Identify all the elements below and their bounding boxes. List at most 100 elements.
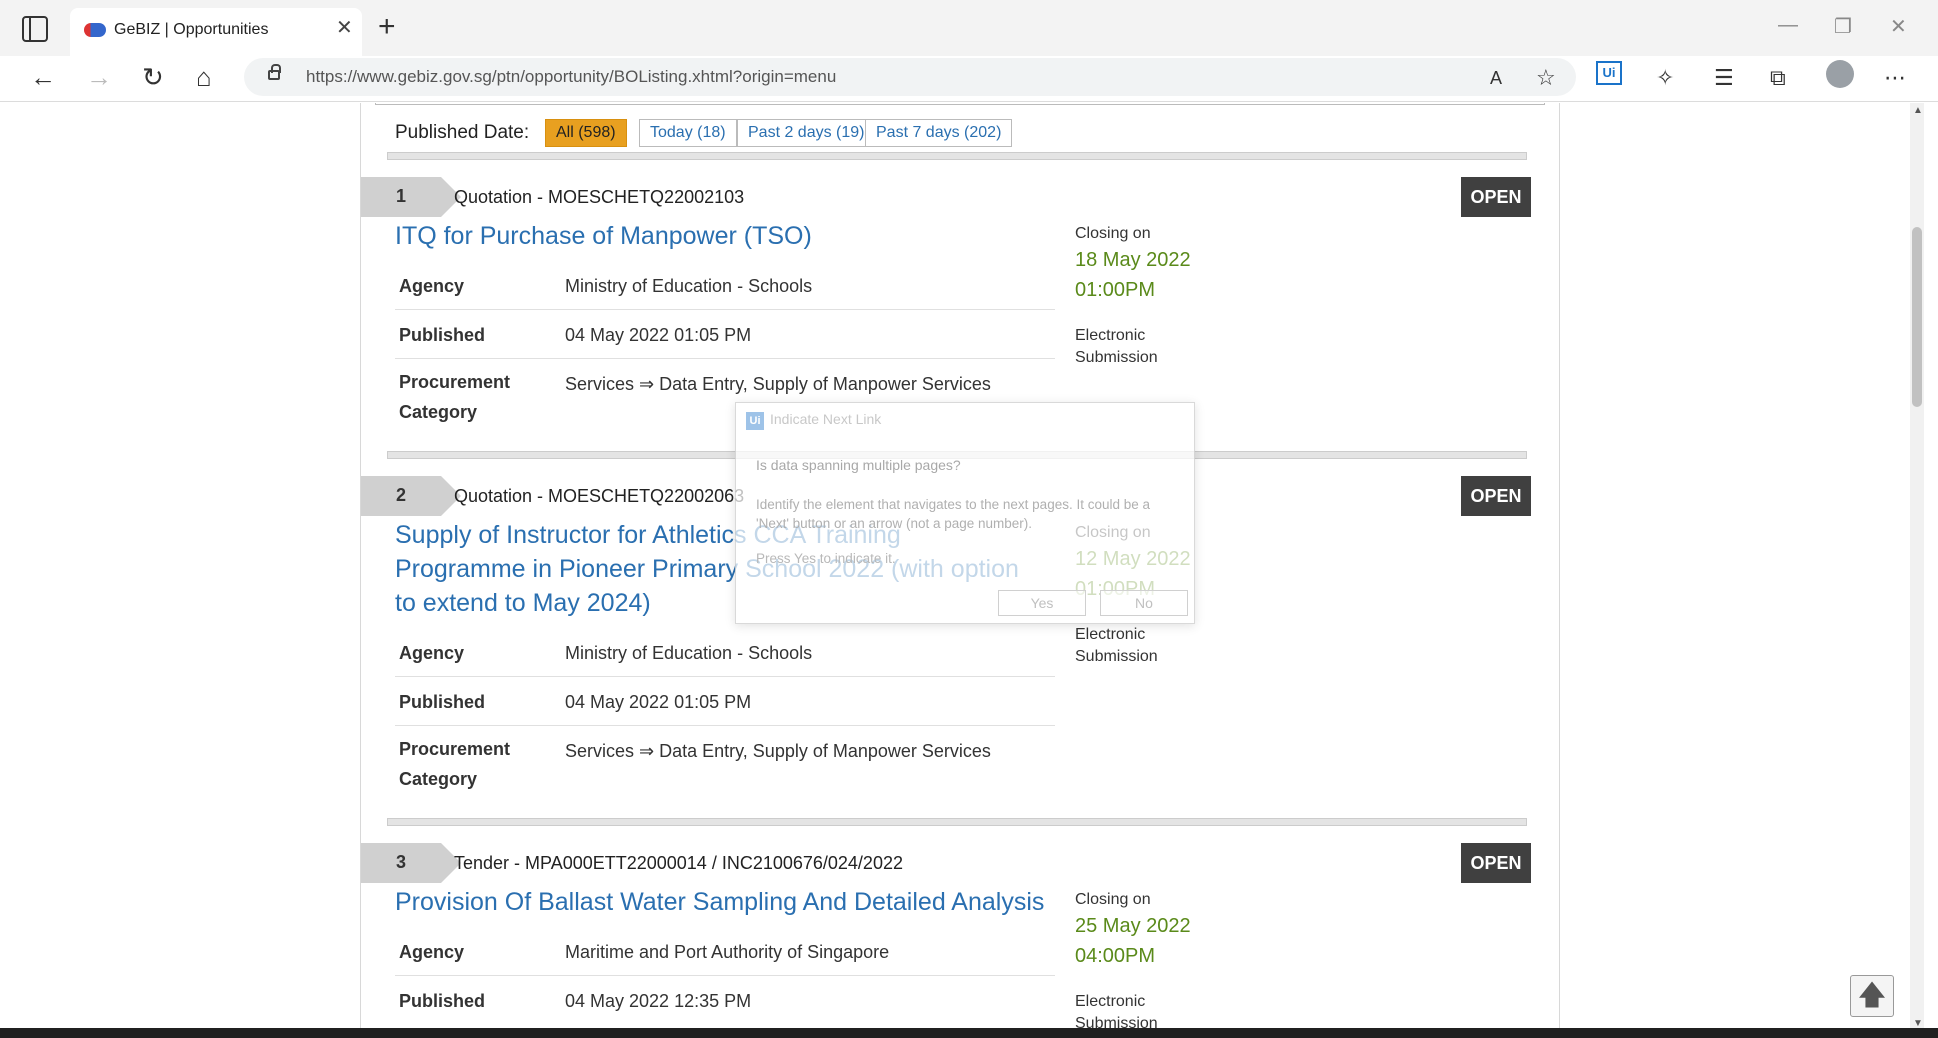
closing-label: Closing on	[1075, 891, 1151, 908]
published-row: Published 04 May 2022 12:35 PM	[395, 976, 1055, 1025]
forward-icon[interactable]: →	[86, 62, 112, 92]
no-button[interactable]: No	[1100, 590, 1188, 616]
scrollbar-thumb[interactable]	[1912, 227, 1922, 407]
dialog-instruction: Press Yes to indicate it.	[756, 551, 896, 566]
lock-icon[interactable]	[268, 64, 281, 80]
agency-value: Ministry of Education - Schools	[565, 276, 813, 296]
closing-date: 18 May 2022	[1075, 249, 1191, 271]
filter-all[interactable]: All (598)	[545, 119, 627, 147]
category-label-line1: Procurement	[399, 372, 511, 392]
agency-label: Agency	[399, 276, 465, 296]
page-scrollbar[interactable]: ▲ ▼	[1910, 103, 1924, 1038]
published-value: 04 May 2022 12:35 PM	[565, 991, 752, 1011]
listing-title-link[interactable]: ITQ for Purchase of Manpower (TSO)	[395, 219, 1035, 253]
listing-number: 1	[361, 177, 461, 217]
new-tab-button[interactable]: +	[378, 12, 396, 42]
dialog-question: Is data spanning multiple pages?	[756, 457, 961, 473]
category-value: Services ⇒ Data Entry, Supply of Manpowe…	[565, 741, 991, 761]
refresh-icon[interactable]: ↻	[142, 62, 164, 92]
collections-icon[interactable]: ⧉	[1770, 64, 1786, 92]
category-row: Procurement Category Services ⇒ Data Ent…	[395, 726, 1055, 796]
filter-past-2-days[interactable]: Past 2 days (19)	[737, 119, 876, 147]
restore-icon[interactable]: ❐	[1834, 14, 1852, 39]
agency-value: Maritime and Port Authority of Singapore	[565, 942, 890, 962]
published-value: 04 May 2022 01:05 PM	[565, 325, 752, 345]
listing-number: 2	[361, 476, 461, 516]
tab-bar: GeBIZ | Opportunities ✕ + — ❐ ✕	[0, 0, 1938, 56]
address-bar: ← → ↻ ⌂ https://www.gebiz.gov.sg/ptn/opp…	[0, 56, 1938, 102]
submission-type-line1: Electronic	[1075, 327, 1146, 344]
listing-number-text: 2	[395, 485, 406, 505]
status-badge: OPEN	[1461, 177, 1531, 217]
extensions-icon[interactable]: ✧	[1656, 64, 1674, 92]
listing-reference: Tender - MPA000ETT22000014 / INC2100676/…	[454, 853, 903, 873]
home-icon[interactable]: ⌂	[196, 62, 212, 92]
published-label: Published	[399, 692, 486, 712]
filter-past-7-days[interactable]: Past 7 days (202)	[865, 119, 1013, 147]
published-row: Published 04 May 2022 01:05 PM	[395, 310, 1055, 359]
read-aloud-icon[interactable]: A	[1490, 64, 1502, 92]
agency-label: Agency	[399, 643, 465, 663]
url-path: /ptn/opportunity/BOListing.xhtml?origin=…	[491, 67, 837, 86]
tab-close-icon[interactable]: ✕	[336, 18, 353, 38]
arrow-up-icon: 🡅	[1857, 979, 1887, 1010]
published-label: Published	[399, 991, 486, 1011]
published-date-label: Published Date:	[395, 122, 530, 143]
submission-type-line1: Electronic	[1075, 626, 1146, 643]
published-row: Published 04 May 2022 01:05 PM	[395, 677, 1055, 726]
listing-reference: Quotation - MOESCHETQ22002103	[454, 187, 745, 207]
closing-date: 25 May 2022	[1075, 915, 1191, 937]
scroll-up-icon[interactable]: ▲	[1913, 105, 1923, 116]
tab-title: GeBIZ | Opportunities	[114, 21, 269, 38]
dialog-title: Indicate Next Link	[770, 411, 882, 427]
tab-actions-icon[interactable]	[22, 16, 48, 42]
divider	[387, 818, 1527, 826]
closing-time: 01:00PM	[1075, 279, 1156, 301]
submission-type-line2: Submission	[1075, 648, 1158, 665]
agency-row: Agency Maritime and Port Authority of Si…	[395, 927, 1055, 976]
listing-reference: Quotation - MOESCHETQ22002063	[454, 486, 745, 506]
favorites-icon[interactable]: ☰	[1714, 64, 1734, 92]
status-badge: OPEN	[1461, 843, 1531, 883]
menu-icon[interactable]: ⋯	[1884, 64, 1906, 92]
minimize-icon[interactable]: —	[1778, 14, 1798, 37]
uipath-icon: Ui	[746, 412, 764, 430]
submission-type-line1: Electronic	[1075, 993, 1146, 1010]
listing-number-text: 3	[395, 852, 406, 872]
browser-tab[interactable]: GeBIZ | Opportunities ✕	[70, 8, 362, 56]
gebiz-favicon-icon	[84, 23, 106, 37]
listing-number: 3	[361, 843, 461, 883]
profile-avatar[interactable]	[1826, 60, 1854, 88]
filter-today[interactable]: Today (18)	[639, 119, 737, 147]
submission-type-line2: Submission	[1075, 349, 1158, 366]
category-value: Services ⇒ Data Entry, Supply of Manpowe…	[565, 374, 991, 394]
published-label: Published	[399, 325, 486, 345]
scroll-to-top-button[interactable]: 🡅	[1850, 975, 1894, 1017]
yes-button[interactable]: Yes	[998, 590, 1086, 616]
category-label-line2: Category	[399, 769, 478, 789]
dialog-body: Identify the element that navigates to t…	[756, 497, 1151, 531]
closing-time: 04:00PM	[1075, 945, 1156, 967]
listing-number-text: 1	[395, 186, 406, 206]
url-field[interactable]: https://www.gebiz.gov.sg/ptn/opportunity…	[244, 58, 1576, 96]
closing-label: Closing on	[1075, 225, 1151, 242]
category-label-line2: Category	[399, 402, 478, 422]
published-value: 04 May 2022 01:05 PM	[565, 692, 752, 712]
closing-info: Closing on 25 May 2022 04:00PM Electroni…	[1075, 891, 1275, 1035]
taskbar-edge	[0, 1028, 1938, 1038]
close-window-icon[interactable]: ✕	[1890, 14, 1907, 39]
agency-label: Agency	[399, 942, 465, 962]
uipath-extension-icon[interactable]: Ui	[1596, 61, 1622, 85]
agency-value: Ministry of Education - Schools	[565, 643, 813, 663]
url-text: https://www.gebiz.gov.sg/ptn/opportunity…	[306, 67, 836, 87]
divider	[387, 152, 1527, 160]
url-host: https://www.gebiz.gov.sg	[306, 67, 492, 86]
indicate-next-link-dialog: Ui Indicate Next Link Is data spanning m…	[735, 402, 1195, 624]
listing-title-link[interactable]: Provision Of Ballast Water Sampling And …	[395, 885, 1095, 919]
status-badge: OPEN	[1461, 476, 1531, 516]
agency-row: Agency Ministry of Education - Schools	[395, 628, 1055, 677]
closing-info: Closing on 18 May 2022 01:00PM Electroni…	[1075, 225, 1275, 369]
agency-row: Agency Ministry of Education - Schools	[395, 261, 1055, 310]
add-favorite-icon[interactable]: ☆	[1536, 64, 1556, 92]
back-icon[interactable]: ←	[30, 62, 56, 92]
